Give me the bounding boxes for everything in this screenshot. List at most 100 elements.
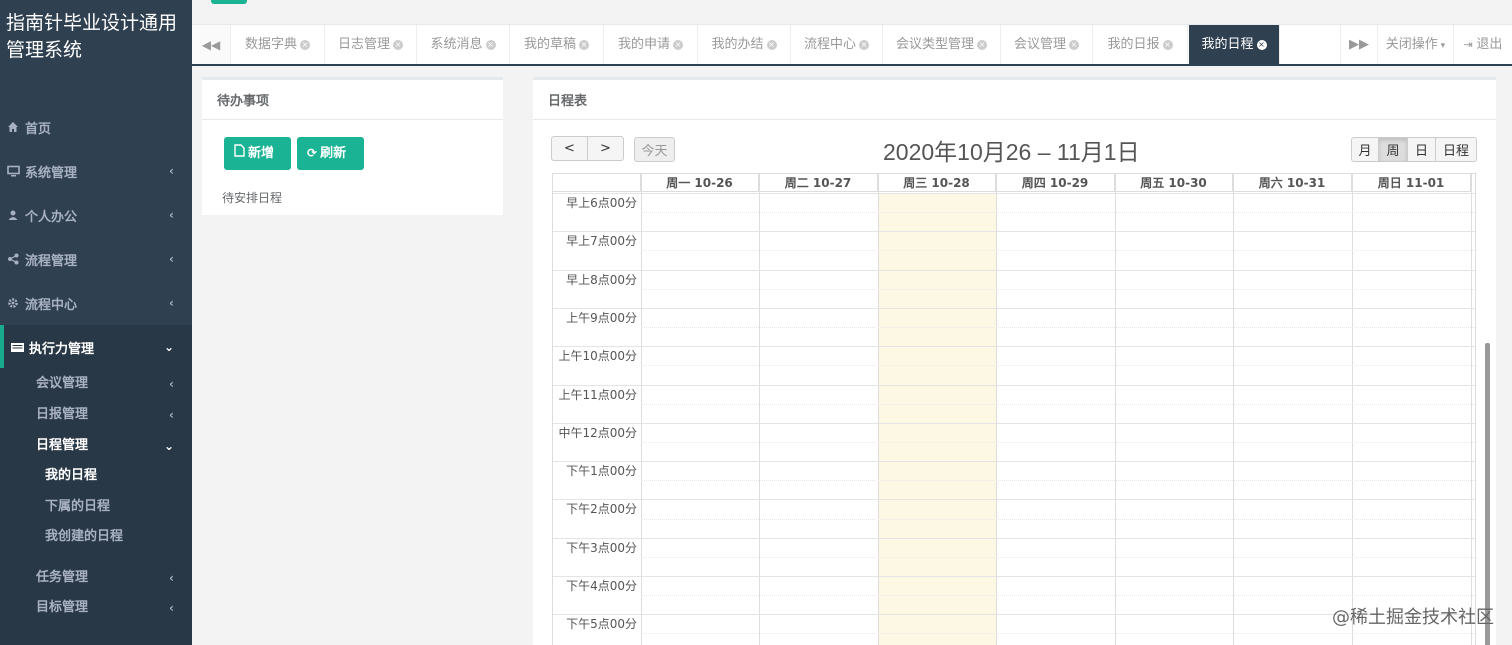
- tabs-scroll-right-button[interactable]: ▶▶: [1340, 25, 1377, 64]
- grid-hour-line: [553, 346, 1475, 348]
- view-week-button[interactable]: 周: [1378, 137, 1408, 162]
- tab-meeting[interactable]: 会议管理 ×: [1001, 25, 1093, 64]
- chevron-left-icon: ‹: [169, 377, 174, 391]
- refresh-icon: ⟳: [307, 146, 318, 160]
- chevron-left-icon: ‹: [169, 208, 174, 222]
- tab-application[interactable]: 我的申请 ×: [604, 25, 698, 64]
- grid-vline: [1233, 174, 1234, 645]
- close-icon[interactable]: ×: [393, 39, 403, 50]
- close-icon[interactable]: ×: [859, 39, 869, 50]
- sidebar-subitem-daily-report[interactable]: 日报管理 ‹: [36, 402, 186, 428]
- tab-process-center[interactable]: 流程中心 ×: [791, 25, 883, 64]
- chevron-left-icon: ‹: [169, 296, 174, 310]
- grid-hour-line: [553, 307, 1475, 309]
- sidebar-subitem-schedule[interactable]: 日程管理 ⌄: [36, 433, 186, 459]
- chevron-left-icon: ‹: [169, 164, 174, 178]
- grid-vline: [759, 174, 760, 645]
- grid-vline: [641, 174, 642, 645]
- logout-label: 退出: [1476, 37, 1503, 52]
- tab-daily-report[interactable]: 我的日报 ×: [1093, 25, 1188, 64]
- tab-meeting-type[interactable]: 会议类型管理 ×: [883, 25, 1001, 64]
- sidebar-item-home[interactable]: 首页: [0, 105, 192, 149]
- close-icon[interactable]: ×: [579, 39, 589, 50]
- vertical-scrollbar[interactable]: [1485, 343, 1490, 645]
- grid-hour-line: [553, 269, 1475, 271]
- grid-halfhour-line: [641, 556, 1475, 558]
- user-icon: [6, 208, 20, 222]
- close-icon[interactable]: ×: [766, 39, 777, 50]
- sidebar-subitem-subordinate-schedule[interactable]: 下属的日程: [45, 494, 110, 520]
- grid-halfhour-line: [641, 480, 1475, 482]
- sidebar-subitem-task[interactable]: 任务管理 ‹: [36, 565, 186, 591]
- time-slot-label: 早上7点00分: [566, 234, 637, 249]
- time-slot-label: 上午10点00分: [558, 349, 637, 364]
- add-button[interactable]: 新增: [224, 137, 291, 170]
- close-icon[interactable]: ×: [1256, 39, 1267, 50]
- sidebar-item-process-mgmt[interactable]: 流程管理 ‹: [0, 237, 192, 281]
- list-icon: [10, 340, 24, 354]
- chevron-left-icon: ‹: [169, 601, 174, 615]
- time-slot-label: 下午3点00分: [566, 540, 637, 555]
- sidebar-item-personal[interactable]: 个人办公 ‹: [0, 193, 192, 237]
- close-ops-label: 关闭操作: [1385, 37, 1438, 52]
- today-button[interactable]: 今天: [634, 137, 675, 162]
- tabs-scroll-left-button[interactable]: ◀◀: [192, 25, 231, 64]
- tab-log[interactable]: 日志管理 ×: [325, 25, 417, 64]
- sidebar-subitem-my-schedule[interactable]: 我的日程: [45, 463, 97, 489]
- view-day-button[interactable]: 日: [1407, 137, 1436, 162]
- home-icon: [6, 120, 20, 134]
- view-agenda-button[interactable]: 日程: [1435, 137, 1477, 162]
- next-button[interactable]: >: [587, 136, 624, 161]
- day-header: 周四 10-29: [996, 174, 1115, 192]
- tab-label: 流程中心: [803, 37, 856, 52]
- sidebar-item-process-center[interactable]: 流程中心 ‹: [0, 281, 192, 325]
- sidebar-subitem-label: 任务管理: [36, 570, 89, 585]
- tab-sys-msg[interactable]: 系统消息 ×: [417, 25, 510, 64]
- grid-halfhour-line: [641, 288, 1475, 290]
- time-slot-label: 下午2点00分: [566, 502, 637, 517]
- grid-vline: [1115, 174, 1116, 645]
- pending-empty-text: 待安排日程: [222, 191, 283, 205]
- tab-my-schedule[interactable]: 我的日程 ×: [1189, 25, 1280, 64]
- grid-vline: [1471, 174, 1472, 645]
- menu-toggle-button[interactable]: [211, 0, 247, 4]
- tab-done[interactable]: 我的办结 ×: [698, 25, 791, 64]
- schedule-title: 日程表: [533, 77, 1496, 120]
- time-slot-label: 早上8点00分: [566, 272, 637, 287]
- sidebar-item-execution[interactable]: 执行力管理 ⌄: [0, 325, 192, 369]
- time-slot-label: 早上6点00分: [566, 196, 637, 210]
- close-icon[interactable]: ×: [1069, 39, 1079, 50]
- tab-draft[interactable]: 我的草稿 ×: [510, 25, 604, 64]
- grid-halfhour-line: [641, 327, 1475, 329]
- tabs-bar: ◀◀ 数据字典 × 日志管理 × 系统消息 × 我的草稿 × 我的申请 × 我的办结 × 流…: [192, 25, 1512, 66]
- sidebar: 指南针毕业设计通用管理系统 首页 系统管理 ‹ 个人办公 ‹ 流程管理 ‹ 流程…: [0, 0, 192, 645]
- app-title: 指南针毕业设计通用管理系统: [6, 12, 178, 61]
- sidebar-subitem-label: 日报管理: [36, 407, 89, 422]
- close-icon[interactable]: ×: [977, 39, 987, 50]
- caret-down-icon: ▾: [1437, 41, 1446, 51]
- close-icon[interactable]: ×: [673, 39, 683, 50]
- chevron-left-icon: ‹: [169, 571, 174, 585]
- tab-label: 我的日程: [1201, 37, 1254, 52]
- sidebar-subitem-created-schedule[interactable]: 我创建的日程: [45, 524, 123, 550]
- grid-hour-line: [553, 576, 1475, 577]
- chevron-down-icon: ⌄: [163, 340, 174, 354]
- refresh-button[interactable]: ⟳ 刷新: [297, 137, 364, 170]
- logout-button[interactable]: ⇥ 退出: [1453, 25, 1512, 64]
- tab-label: 会议管理: [1013, 37, 1066, 52]
- sidebar-subitem-meeting[interactable]: 会议管理 ‹: [36, 371, 186, 397]
- sidebar-item-label: 首页: [25, 121, 52, 137]
- close-ops-dropdown[interactable]: 关闭操作 ▾: [1377, 25, 1453, 64]
- chevron-down-icon: ⌄: [163, 439, 174, 453]
- tab-label: 数据字典: [244, 37, 297, 52]
- sidebar-item-system[interactable]: 系统管理 ‹: [0, 149, 192, 193]
- sidebar-subitem-goal[interactable]: 目标管理 ‹: [36, 595, 186, 621]
- view-month-button[interactable]: 月: [1351, 137, 1379, 162]
- tab-data-dict[interactable]: 数据字典 ×: [231, 25, 325, 64]
- prev-button[interactable]: <: [551, 136, 588, 161]
- add-button-label: 新增: [248, 146, 275, 161]
- close-icon[interactable]: ×: [300, 39, 310, 50]
- close-icon[interactable]: ×: [1162, 39, 1173, 50]
- today-column-highlight: [878, 193, 996, 645]
- close-icon[interactable]: ×: [485, 39, 496, 50]
